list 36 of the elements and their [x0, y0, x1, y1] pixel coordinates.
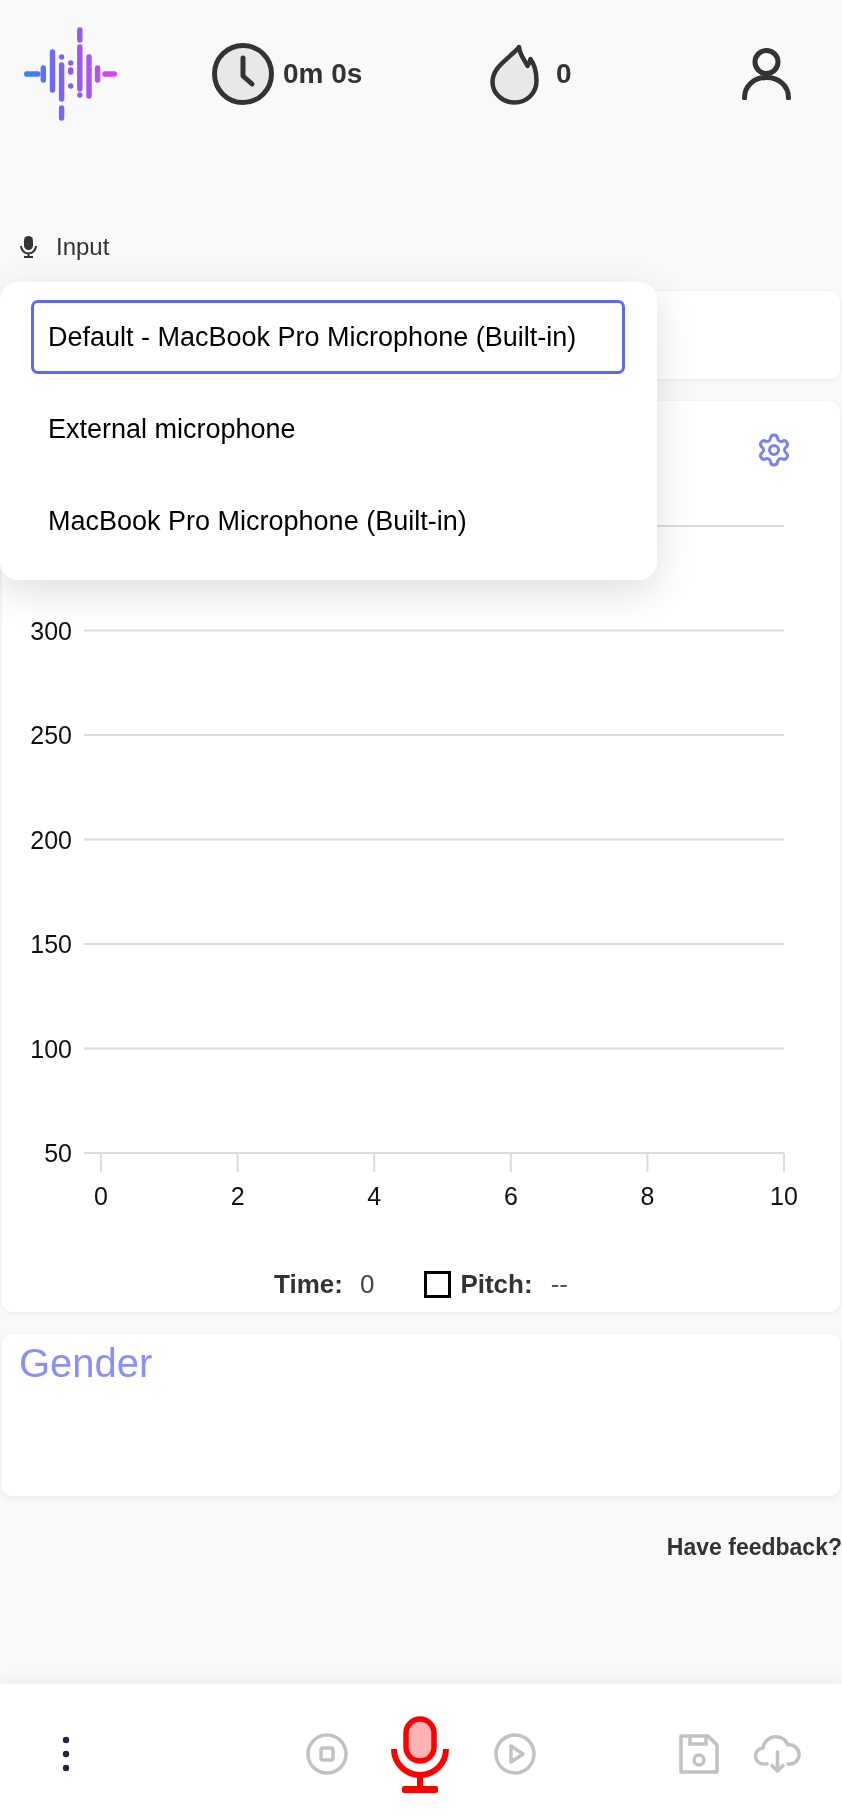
stop-icon[interactable]	[306, 1733, 348, 1775]
y-axis-label: 50	[44, 1139, 72, 1167]
x-axis-label: 2	[230, 1182, 245, 1210]
flame-icon	[490, 43, 539, 105]
clock-icon	[212, 43, 274, 105]
microphone-icon[interactable]	[391, 1715, 449, 1793]
more-menu-icon[interactable]	[62, 1736, 70, 1772]
time-value: 0	[359, 1267, 375, 1301]
dropdown-option[interactable]: MacBook Pro Microphone (Built-in)	[31, 484, 625, 558]
play-icon[interactable]	[494, 1733, 536, 1775]
pitch-checkbox[interactable]	[424, 1270, 452, 1298]
pitch-value: --	[550, 1267, 568, 1301]
streak-count: 0	[556, 57, 572, 91]
y-axis-label: 250	[30, 721, 72, 749]
input-label: Input	[56, 232, 110, 262]
user-icon[interactable]	[742, 48, 791, 100]
pitch-label: Pitch:	[460, 1267, 533, 1301]
timer-text: 0m 0s	[283, 57, 363, 91]
dropdown-option[interactable]: External microphone	[31, 392, 625, 466]
x-axis-label: 8	[640, 1182, 655, 1210]
x-axis-label: 6	[503, 1182, 518, 1210]
save-icon[interactable]	[678, 1733, 720, 1775]
microphone-icon	[19, 236, 38, 258]
x-axis-label: 4	[367, 1182, 382, 1210]
y-axis-label: 100	[30, 1034, 72, 1063]
y-axis-label: 300	[30, 616, 72, 645]
gender-title: Gender	[19, 1340, 153, 1387]
time-label: Time:	[274, 1267, 343, 1301]
dropdown-option[interactable]: Default - MacBook Pro Microphone (Built-in)	[31, 300, 625, 374]
x-axis-label: 10	[770, 1182, 798, 1210]
feedback-link[interactable]: Have feedback?	[666, 1529, 842, 1565]
y-axis-label: 150	[30, 930, 72, 958]
cloud-download-icon[interactable]	[754, 1734, 801, 1774]
x-axis-label: 0	[94, 1182, 109, 1210]
y-axis-label: 200	[30, 825, 72, 854]
settings-icon[interactable]	[756, 432, 792, 468]
